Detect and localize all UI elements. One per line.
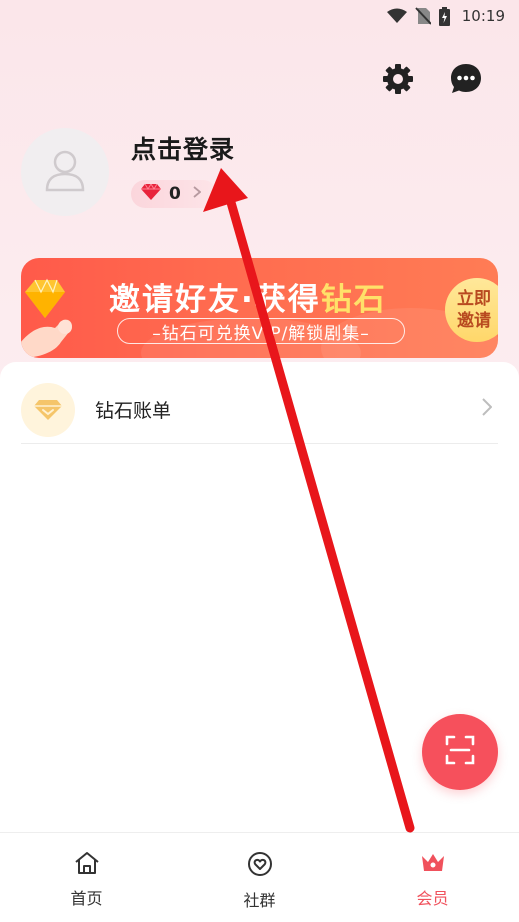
community-heart-icon xyxy=(247,851,273,881)
scan-icon xyxy=(445,735,475,769)
nav-label-member: 会员 xyxy=(416,889,449,908)
user-placeholder-icon xyxy=(39,144,91,200)
gem-mascot-icon xyxy=(21,272,93,358)
crown-icon xyxy=(420,851,446,879)
gear-icon[interactable] xyxy=(381,62,415,96)
home-icon xyxy=(74,851,100,879)
bottom-nav: 首页 社群 会员 xyxy=(0,832,519,922)
scan-button[interactable] xyxy=(422,714,498,790)
nav-item-home[interactable]: 首页 xyxy=(0,833,173,922)
diamond-bill-icon xyxy=(21,382,75,437)
red-diamond-icon xyxy=(141,183,161,204)
chevron-right-icon xyxy=(482,397,493,422)
diamond-balance[interactable]: 0 xyxy=(131,180,217,208)
nav-item-member[interactable]: 会员 xyxy=(346,833,519,922)
banner-headline: 邀请好友·获得钻石 xyxy=(109,282,387,318)
avatar[interactable] xyxy=(21,128,109,216)
diamond-count: 0 xyxy=(169,184,181,204)
no-sim-icon xyxy=(415,7,431,25)
menu-item-label: 钻石账单 xyxy=(95,400,172,422)
invite-banner[interactable]: 邀请好友·获得钻石 –钻石可兑换VIP/解锁剧集– 立即 邀请 xyxy=(21,258,498,358)
header-actions xyxy=(381,62,483,96)
banner-subline: –钻石可兑换VIP/解锁剧集– xyxy=(117,318,405,344)
chat-bubble-icon[interactable] xyxy=(449,62,483,96)
menu-item-diamond-bill[interactable]: 钻石账单 xyxy=(21,376,498,444)
member-screen: 10:19 点击登录 0 邀请好友·获得钻石 –钻石可兑换VIP/解锁剧集– 立… xyxy=(0,0,519,922)
wifi-icon xyxy=(386,8,407,24)
nav-label-community: 社群 xyxy=(243,891,276,910)
battery-charging-icon xyxy=(438,6,450,26)
login-prompt[interactable]: 点击登录 xyxy=(131,130,235,166)
chevron-right-icon xyxy=(193,186,202,202)
nav-item-community[interactable]: 社群 xyxy=(173,833,346,922)
status-time: 10:19 xyxy=(461,7,505,25)
nav-label-home: 首页 xyxy=(70,889,103,908)
status-bar: 10:19 xyxy=(0,0,519,32)
